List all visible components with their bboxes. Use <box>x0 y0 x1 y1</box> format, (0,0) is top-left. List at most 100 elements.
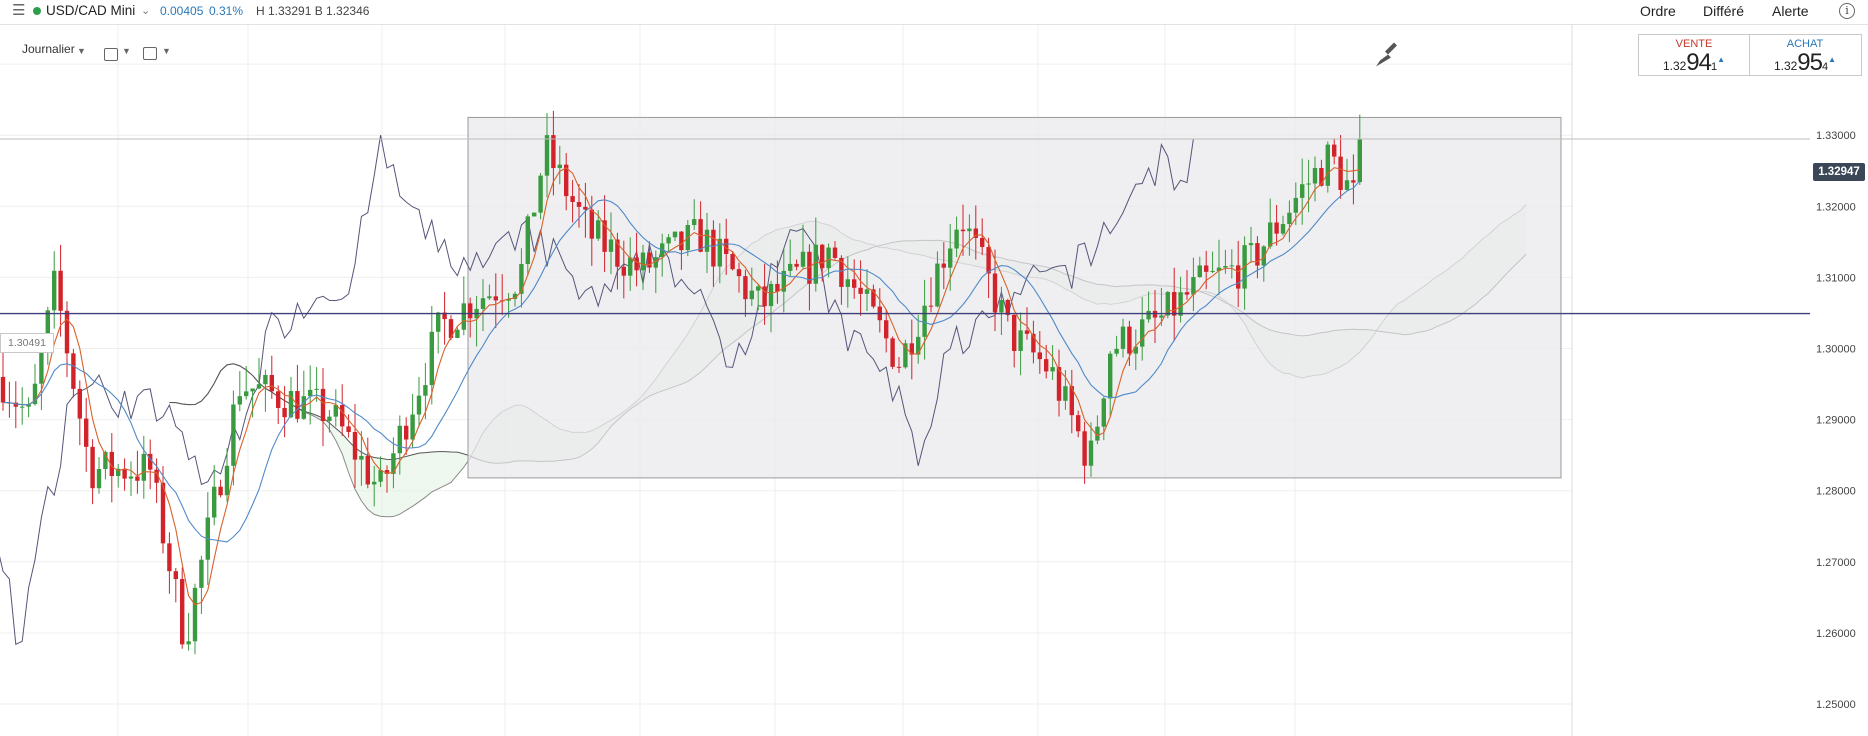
candle-body <box>967 228 972 232</box>
candle-body <box>487 296 492 299</box>
candle-body <box>1293 197 1298 213</box>
candle-body <box>538 175 543 213</box>
candle-body <box>212 486 217 518</box>
candle-body <box>0 376 6 403</box>
candle-body <box>666 237 671 244</box>
buy-up-arrow-icon: ▲ <box>1828 55 1837 64</box>
candle-body <box>141 453 146 481</box>
candle-body <box>122 468 127 479</box>
order-button[interactable]: Ordre <box>1640 0 1676 22</box>
candle-body <box>1287 212 1292 225</box>
candle-body <box>218 486 223 496</box>
buy-button[interactable]: ACHAT 1.32954▲ <box>1750 35 1860 76</box>
instrument-symbol[interactable]: USD/CAD Mini <box>46 0 135 22</box>
candle-body <box>1024 330 1030 334</box>
candle-body <box>532 212 537 217</box>
candle-body <box>519 263 524 294</box>
candle-body <box>935 263 940 307</box>
candle-body <box>826 247 831 269</box>
timeframe-select[interactable]: Journalier <box>22 42 75 56</box>
candle-body <box>429 331 434 386</box>
candle-body <box>960 229 966 232</box>
candle-body <box>493 296 498 301</box>
candle-body <box>1248 243 1254 246</box>
candle-body <box>1197 265 1202 278</box>
candle-body <box>794 263 799 267</box>
y-tick-label: 1.26000 <box>1816 628 1856 640</box>
market-status-dot <box>33 7 41 15</box>
candle-body <box>269 375 274 392</box>
candle-body <box>468 303 473 319</box>
alert-button[interactable]: Alerte <box>1772 0 1809 22</box>
candle-body <box>461 303 466 330</box>
price-chart[interactable]: 1.340001.330001.320001.310001.300001.290… <box>0 25 1868 736</box>
candle-body <box>608 239 614 252</box>
candle-body <box>1351 180 1356 183</box>
sell-button[interactable]: VENTE 1.32941▲ <box>1639 35 1749 76</box>
indicators-icon[interactable] <box>143 47 157 60</box>
candle-body <box>551 135 556 169</box>
candle-body <box>1088 440 1094 466</box>
candle-body <box>596 220 601 239</box>
timeframe-chevron-icon[interactable]: ▼ <box>77 46 86 56</box>
candle-body <box>58 270 63 311</box>
candle-body <box>672 231 678 238</box>
candle-body <box>941 263 946 268</box>
candle-body <box>455 329 460 338</box>
y-tick-label: 1.33000 <box>1816 130 1856 142</box>
candle-body <box>544 135 550 176</box>
candle-body <box>199 559 204 588</box>
candle-body <box>845 279 850 287</box>
high-low-values: H 1.33291 B 1.32346 <box>256 4 370 18</box>
candle-body <box>276 391 281 408</box>
candle-body <box>992 273 998 313</box>
candle-body <box>736 269 742 277</box>
candle-body <box>1332 144 1337 157</box>
candle-body <box>52 270 57 311</box>
y-tick-label: 1.28000 <box>1816 486 1856 498</box>
candle-body <box>679 231 684 251</box>
hamburger-menu-icon[interactable]: ☰ <box>12 0 25 22</box>
candle-body <box>711 229 716 267</box>
candle-body <box>576 201 582 207</box>
candle-body <box>1140 319 1145 347</box>
deferred-order-button[interactable]: Différé <box>1703 0 1744 22</box>
chart-type-icon[interactable] <box>104 48 118 61</box>
candle-body <box>263 375 268 385</box>
candle-body <box>256 384 262 389</box>
info-icon[interactable]: i <box>1839 3 1855 19</box>
chevron-down-icon[interactable]: ⌄ <box>141 0 150 22</box>
candle-body <box>1178 292 1183 316</box>
candle-body <box>986 247 991 274</box>
candle-body <box>1037 352 1042 360</box>
candle-body <box>1210 270 1215 272</box>
candle-body <box>378 470 383 482</box>
candle-body <box>416 395 422 415</box>
candle-body <box>1114 348 1119 354</box>
price-change: 0.00405 <box>160 4 204 18</box>
horizontal-line-price-tag[interactable]: 1.30491 <box>0 333 54 353</box>
indicators-chevron-icon[interactable]: ▼ <box>162 46 171 56</box>
candle-body <box>180 579 185 645</box>
candle-body <box>128 476 134 479</box>
candle-body <box>954 229 959 249</box>
chart-type-chevron-icon[interactable]: ▼ <box>122 46 131 56</box>
candle-body <box>621 266 626 276</box>
candle-body <box>1280 224 1286 234</box>
candle-body <box>192 587 198 642</box>
candle-body <box>96 468 102 489</box>
candle-body <box>282 407 287 418</box>
candle-body <box>749 290 754 300</box>
candle-body <box>1172 292 1177 316</box>
candle-body <box>743 276 748 300</box>
candle-body <box>557 164 562 169</box>
candle-body <box>372 481 377 485</box>
candle-body <box>1184 292 1190 295</box>
top-bar: ☰ USD/CAD Mini ⌄ 0.00405 0.31% H 1.33291… <box>0 0 1868 25</box>
current-price-tag: 1.32947 <box>1813 163 1865 181</box>
candle-body <box>704 229 710 252</box>
sell-up-arrow-icon: ▲ <box>1717 55 1726 64</box>
candle-body <box>340 405 345 427</box>
candle-body <box>692 219 697 226</box>
candle-body <box>423 385 428 396</box>
